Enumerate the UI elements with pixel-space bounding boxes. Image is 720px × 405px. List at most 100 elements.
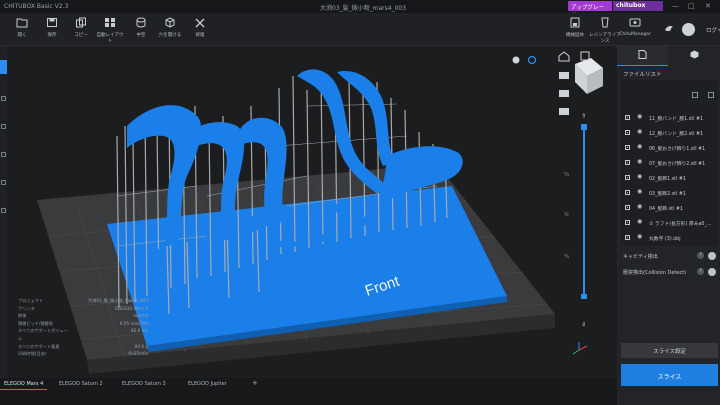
checkbox[interactable] <box>625 145 630 150</box>
hollow-icon <box>136 17 146 28</box>
checkbox[interactable] <box>625 235 630 240</box>
checkbox[interactable] <box>625 130 630 135</box>
tab-printer-saturn2[interactable]: ELEGOO Saturn 2 <box>55 378 107 390</box>
info-row: 積層ピッチ/積層数 0.05 mm/700 <box>18 320 148 328</box>
tab-files[interactable] <box>617 46 668 66</box>
remove-file-icon[interactable] <box>708 92 714 98</box>
eye-icon[interactable]: ◉ <box>637 113 642 120</box>
file-name: 06_髪おさげ飾り1.stl #1 <box>649 147 706 152</box>
tab-printer-mars4[interactable]: ELEGOO Mars 4 <box>0 378 48 390</box>
layout-icon <box>105 18 115 27</box>
list-item[interactable]: ◉ 07_髪おさげ飾り2.stl #1 <box>623 155 716 170</box>
hollow-button[interactable]: 中空 <box>126 17 156 38</box>
slider-down-icon[interactable]: ⇓ <box>581 321 586 328</box>
bird-icon <box>665 26 673 32</box>
list-item[interactable]: ◉ 03_髪飾2.stl #1 <box>623 185 716 200</box>
help-icon[interactable]: ? <box>697 252 704 259</box>
brand-badge[interactable]: chitubox <box>613 1 663 11</box>
list-item[interactable]: ◉ 04_髪飾.stl #1 <box>623 200 716 215</box>
slice-settings-button[interactable]: スライス設定 <box>621 343 718 358</box>
cavity-detect-label: キャビティ検出 <box>623 254 658 260</box>
home-view-icon[interactable] <box>558 51 570 62</box>
slider-bottom-handle[interactable] <box>581 294 587 299</box>
tab-printer-jupiter[interactable]: ELEGOO Jupiter <box>184 378 231 390</box>
settings-button[interactable] <box>652 24 686 36</box>
drill-button[interactable]: 穴を開ける <box>155 17 185 38</box>
copy-button[interactable]: コピー <box>66 17 96 38</box>
auto-layout-button[interactable]: 自動レイアウト <box>95 17 125 44</box>
move-tool-icon[interactable] <box>1 96 6 101</box>
list-item[interactable]: ◉ ① ラフト(長方形) 厚みa0_... <box>623 215 716 230</box>
checkbox[interactable] <box>625 175 630 180</box>
cavity-detect-toggle[interactable] <box>708 252 716 260</box>
mirror-tool-icon[interactable] <box>1 180 6 185</box>
list-item[interactable]: ◉ 12_腕バンド_腕2.stl #1 <box>623 125 716 140</box>
list-item[interactable]: ◉ 06_髪おさげ飾り1.stl #1 <box>623 140 716 155</box>
support-tool-icon[interactable] <box>1 208 6 213</box>
checkbox[interactable] <box>625 190 630 195</box>
minimize-button[interactable]: — <box>672 2 679 10</box>
chitumanager-button[interactable]: ChituManager <box>618 17 652 37</box>
checkbox[interactable] <box>625 115 630 120</box>
eye-icon[interactable]: ◉ <box>637 158 642 165</box>
perspective-icon[interactable] <box>580 51 590 61</box>
tab-printer-saturn3[interactable]: ELEGOO Saturn 3 <box>118 378 170 390</box>
xray-view-icon[interactable] <box>527 55 537 65</box>
eye-icon[interactable]: ◉ <box>637 233 642 240</box>
close-button[interactable]: ✕ <box>705 2 711 10</box>
eye-icon[interactable]: ◉ <box>637 218 642 225</box>
scale-tool-icon[interactable] <box>1 152 6 157</box>
select-tool-active[interactable] <box>0 60 7 74</box>
left-tool-strip <box>0 46 7 378</box>
cube-icon <box>165 17 175 28</box>
machine-button[interactable]: 機械固体 <box>558 17 592 38</box>
save-button[interactable]: 保存 <box>37 17 67 38</box>
drill-label: 穴を開ける <box>158 33 182 38</box>
eye-icon[interactable]: ◉ <box>637 143 642 150</box>
open-button[interactable]: 開く <box>7 17 37 38</box>
3d-viewport[interactable]: Front ⇑ ⇓ ¼ ½ ¼ プロジェクト 大渕03_髪_微小物_mars4_… <box>7 46 617 378</box>
checkbox[interactable] <box>625 160 630 165</box>
upgrade-button[interactable]: アップグレード <box>568 1 612 19</box>
top-view-icon[interactable] <box>559 108 569 115</box>
eye-icon[interactable]: ◉ <box>637 173 642 180</box>
resin-alliance-button[interactable]: レジンアライアンス <box>588 17 622 44</box>
add-file-icon[interactable] <box>692 92 698 98</box>
info-row: すべてのサポート重量 90.9 g <box>18 343 148 351</box>
tab-settings[interactable] <box>669 46 720 66</box>
collision-detect-toggle[interactable] <box>708 268 716 276</box>
list-item[interactable]: ◉ 11_腕バンド_腕1.stl #1 <box>623 110 716 125</box>
info-row: プリンタ ELEGOO Mars 4 <box>18 305 148 313</box>
eye-icon[interactable]: ◉ <box>637 188 642 195</box>
left-view-icon[interactable] <box>559 90 569 97</box>
machine-label: 機械固体 <box>566 33 584 38</box>
copy-icon <box>76 17 86 28</box>
front-view-icon[interactable] <box>559 72 569 79</box>
eye-icon[interactable]: ◉ <box>637 128 642 135</box>
file-name: ① ラフト(長方形) 厚みa0_... <box>649 222 712 227</box>
avatar[interactable] <box>682 23 695 36</box>
slider-top-handle[interactable] <box>581 124 587 130</box>
help-icon[interactable]: ? <box>697 268 704 275</box>
eye-icon[interactable]: ◉ <box>637 203 642 210</box>
info-key: プリンタ <box>18 305 35 311</box>
view-cube[interactable] <box>575 58 603 94</box>
file-name: 丸数字 (3).obj <box>649 237 681 242</box>
open-label: 開く <box>17 33 27 38</box>
slider-up-icon[interactable]: ⇑ <box>581 113 586 120</box>
auto-layout-label: 自動レイアウト <box>96 33 124 44</box>
maximize-button[interactable]: □ <box>688 2 695 10</box>
login-label[interactable]: ログイン <box>706 26 720 34</box>
chitubox-window: CHITUBOX Basic V2.3 大渕03_髪_微小物_mars4_003… <box>0 0 720 405</box>
rotate-tool-icon[interactable] <box>1 124 6 129</box>
list-item[interactable]: ◉ 02_髪飾1.stl #1 <box>623 170 716 185</box>
checkbox[interactable] <box>625 220 630 225</box>
slice-button[interactable]: スライス <box>621 364 718 386</box>
list-item[interactable]: ◉ 丸数字 (3).obj <box>623 230 716 245</box>
solid-view-icon[interactable] <box>512 56 520 64</box>
repair-button[interactable]: 修復 <box>185 17 215 38</box>
file-list: ◉ 11_腕バンド_腕1.stl #1 ◉ 12_腕バンド_腕2.stl #1 ◉ 0… <box>621 80 718 246</box>
add-printer-button[interactable]: + <box>248 378 262 390</box>
checkbox[interactable] <box>625 205 630 210</box>
hollow-label: 中空 <box>136 33 146 38</box>
